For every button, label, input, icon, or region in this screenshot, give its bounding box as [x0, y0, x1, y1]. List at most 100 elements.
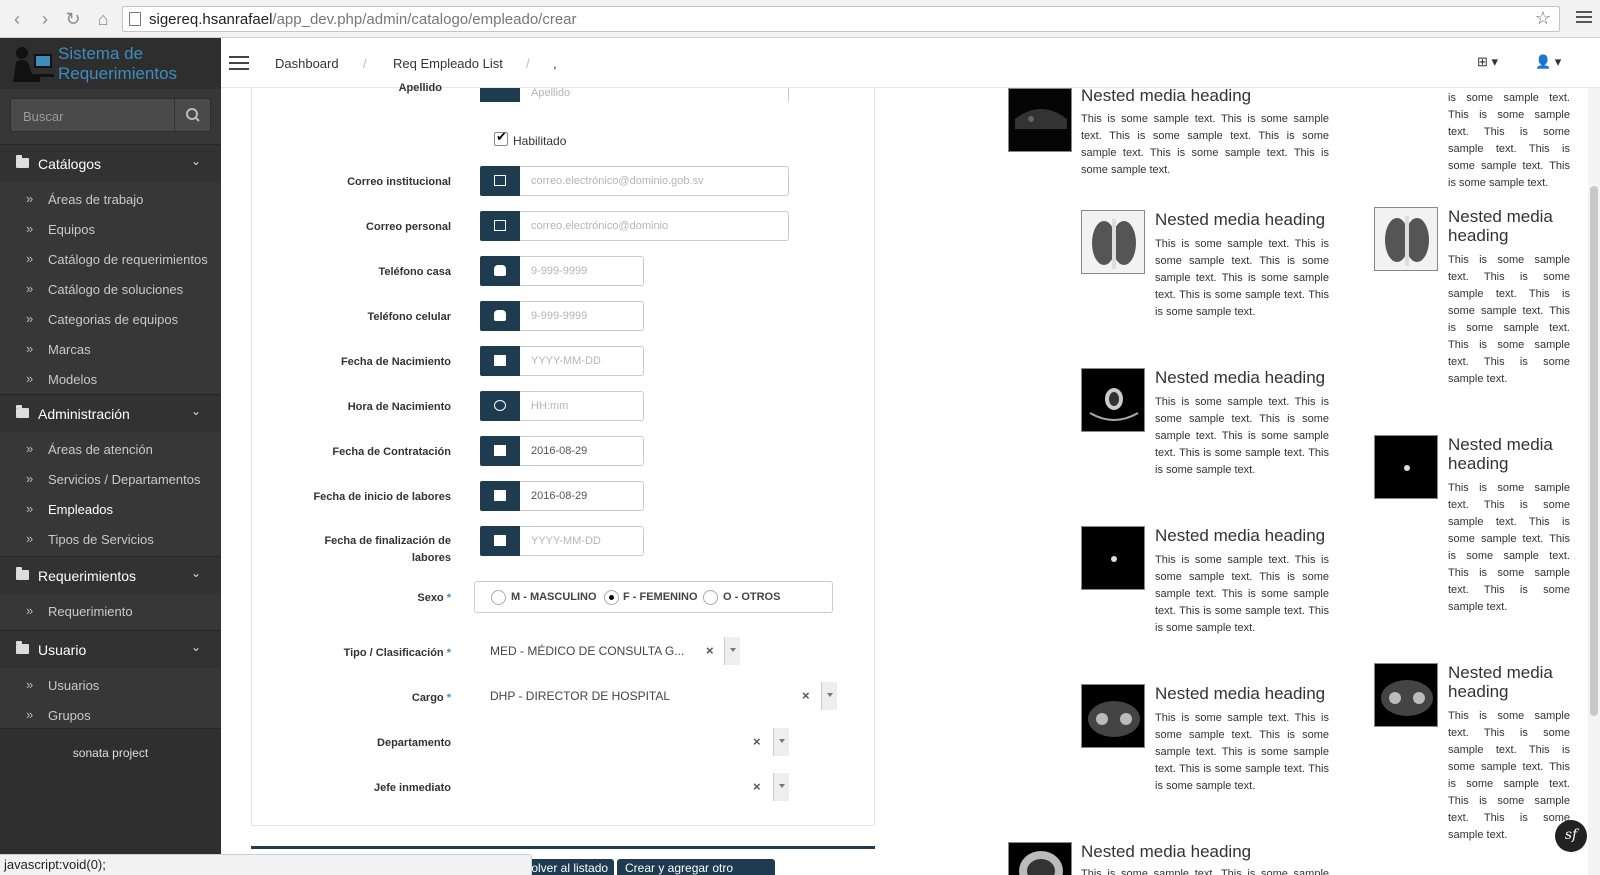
departamento-select[interactable]: ×	[480, 728, 789, 756]
clear-icon[interactable]: ×	[706, 643, 714, 658]
sidebar-item-areas-atencion[interactable]: » Áreas de atención	[0, 434, 221, 464]
telefono-celular-input[interactable]: 9-999-9999	[520, 301, 644, 331]
clear-icon[interactable]: ×	[802, 688, 810, 703]
sidebar-item-requerimiento[interactable]: » Requerimiento	[0, 596, 221, 626]
breadcrumb-separator: /	[363, 56, 367, 71]
sidebar-item-label: Requerimiento	[48, 604, 133, 619]
sexo-label: Sexo *	[417, 592, 451, 604]
radio-masculino[interactable]	[491, 590, 506, 605]
sidebar-toggle-icon[interactable]	[229, 56, 249, 72]
double-chevron-icon: »	[26, 341, 34, 356]
radio-label: O - OTROS	[723, 591, 781, 603]
telefono-celular-field[interactable]: 9-999-9999	[480, 301, 644, 331]
sidebar-item-catalogo-soluciones[interactable]: » Catálogo de soluciones	[0, 274, 221, 304]
symfony-toolbar-icon[interactable]: sf	[1555, 820, 1587, 852]
sidebar-item-marcas[interactable]: » Marcas	[0, 334, 221, 364]
habilitado-label: Habilitado	[513, 134, 567, 148]
breadcrumb-list[interactable]: Req Empleado List	[393, 56, 503, 71]
habilitado-checkbox[interactable]: ✔	[494, 129, 508, 146]
cargo-select[interactable]: DHP - DIRECTOR DE HOSPITAL ×	[480, 682, 837, 710]
breadcrumb-dashboard[interactable]: Dashboard	[275, 56, 339, 71]
search-input[interactable]: Buscar	[23, 109, 63, 124]
sidebar: Sistema de Requerimientos Buscar Catálogo…	[0, 38, 221, 875]
sidebar-item-categorias-equipos[interactable]: » Categorias de equipos	[0, 304, 221, 334]
telefono-casa-label: Teléfono casa	[378, 266, 451, 278]
chevron-down-icon[interactable]	[724, 637, 740, 665]
browser-menu-icon[interactable]	[1576, 8, 1592, 28]
chevron-down-icon[interactable]	[773, 728, 789, 756]
telefono-casa-field[interactable]: 9-999-9999	[480, 256, 644, 286]
media-thumbnail	[1081, 210, 1145, 274]
double-chevron-icon: »	[26, 371, 34, 386]
reload-icon[interactable]: ↻	[62, 8, 84, 30]
jefe-select[interactable]: ×	[480, 773, 789, 801]
double-chevron-icon: »	[26, 191, 34, 206]
breadcrumb-current: ,	[553, 56, 557, 71]
media-heading: Nested media heading	[1081, 842, 1252, 861]
hora-nacimiento-field[interactable]: HH:mm	[480, 391, 644, 421]
address-bar[interactable]: sigereq.hsanrafael/app_dev.php/admin/cat…	[122, 6, 1560, 32]
logo[interactable]: Sistema de Requerimientos	[0, 38, 221, 89]
radio-femenino[interactable]	[604, 590, 619, 605]
home-icon[interactable]: ⌂	[92, 8, 114, 30]
sidebar-item-catalogo-requerimientos[interactable]: » Catálogo de requerimientos	[0, 244, 221, 274]
apellido-label: Apellido	[398, 82, 442, 94]
correo-personal-field[interactable]: correo.electrónico@dominio	[480, 211, 789, 241]
media-text: This is some sample text. This is some s…	[1155, 238, 1329, 318]
scrollbar[interactable]	[1588, 88, 1600, 875]
section-label: Requerimientos	[38, 568, 137, 584]
telefono-celular-label: Teléfono celular	[367, 311, 451, 323]
sidebar-item-label: Categorias de equipos	[48, 312, 179, 327]
sidebar-section-administracion[interactable]: Administración ⌄	[0, 394, 221, 432]
double-chevron-icon: »	[26, 441, 34, 456]
forward-icon[interactable]: ›	[34, 8, 56, 30]
double-chevron-icon: »	[26, 471, 34, 486]
scrollbar-thumb[interactable]	[1590, 186, 1598, 716]
correo-personal-input[interactable]: correo.electrónico@dominio	[520, 211, 789, 241]
media-thumbnail	[1008, 88, 1072, 152]
fecha-contratacion-label: Fecha de Contratación	[332, 446, 451, 458]
chevron-down-icon[interactable]	[821, 682, 837, 710]
fecha-fin-input[interactable]: YYYY-MM-DD	[520, 526, 644, 556]
sidebar-item-equipos[interactable]: » Equipos	[0, 214, 221, 244]
correo-institucional-input[interactable]: correo.electrónico@dominio.gob.sv	[520, 166, 789, 196]
section-label: Usuario	[38, 642, 87, 658]
double-chevron-icon: »	[26, 251, 34, 266]
fecha-contratacion-field[interactable]: 2016-08-29	[480, 436, 644, 466]
fecha-inicio-field[interactable]: 2016-08-29	[480, 481, 644, 511]
sidebar-section-requerimientos[interactable]: Requerimientos ⌄	[0, 556, 221, 594]
double-chevron-icon: »	[26, 281, 34, 296]
sidebar-item-grupos[interactable]: » Grupos	[0, 700, 221, 730]
media-text: This is some sample text. This is some s…	[1081, 868, 1329, 875]
fecha-inicio-input[interactable]: 2016-08-29	[520, 481, 644, 511]
fecha-nacimiento-input[interactable]: YYYY-MM-DD	[520, 346, 644, 376]
sidebar-item-servicios[interactable]: » Servicios / Departamentos	[0, 464, 221, 494]
bookmark-star-icon[interactable]: ☆	[1535, 8, 1551, 29]
fecha-nacimiento-field[interactable]: YYYY-MM-DD	[480, 346, 644, 376]
sidebar-section-catalogos[interactable]: Catálogos ⌄	[0, 144, 221, 182]
telefono-casa-input[interactable]: 9-999-9999	[520, 256, 644, 286]
sidebar-item-usuarios[interactable]: » Usuarios	[0, 670, 221, 700]
radio-otros[interactable]	[703, 590, 718, 605]
sidebar-item-tipos-servicios[interactable]: » Tipos de Servicios	[0, 524, 221, 554]
fecha-fin-field[interactable]: YYYY-MM-DD	[480, 526, 644, 556]
chevron-down-icon[interactable]	[773, 773, 789, 801]
clear-icon[interactable]: ×	[753, 734, 761, 749]
search-button[interactable]	[174, 99, 210, 131]
hora-nacimiento-input[interactable]: HH:mm	[520, 391, 644, 421]
correo-institucional-field[interactable]: correo.electrónico@dominio.gob.sv	[480, 166, 789, 196]
add-menu-icon[interactable]: ⊞ ▾	[1477, 54, 1498, 70]
sidebar-search: Buscar	[10, 98, 211, 132]
sidebar-item-areas-trabajo[interactable]: » Áreas de trabajo	[0, 184, 221, 214]
double-chevron-icon: »	[26, 603, 34, 618]
footer-link[interactable]: sonata project	[0, 746, 221, 760]
sidebar-item-modelos[interactable]: » Modelos	[0, 364, 221, 394]
sidebar-section-usuario[interactable]: Usuario ⌄	[0, 630, 221, 668]
sidebar-item-empleados[interactable]: » Empleados	[0, 494, 221, 524]
create-and-add-button[interactable]: Crear y agregar otro	[617, 859, 775, 875]
fecha-contratacion-input[interactable]: 2016-08-29	[520, 436, 644, 466]
back-icon[interactable]: ‹	[6, 8, 28, 30]
tipo-select[interactable]: MED - MÉDICO DE CONSULTA G... ×	[480, 637, 740, 665]
clear-icon[interactable]: ×	[753, 779, 761, 794]
user-menu-icon[interactable]: 👤 ▾	[1535, 54, 1561, 70]
